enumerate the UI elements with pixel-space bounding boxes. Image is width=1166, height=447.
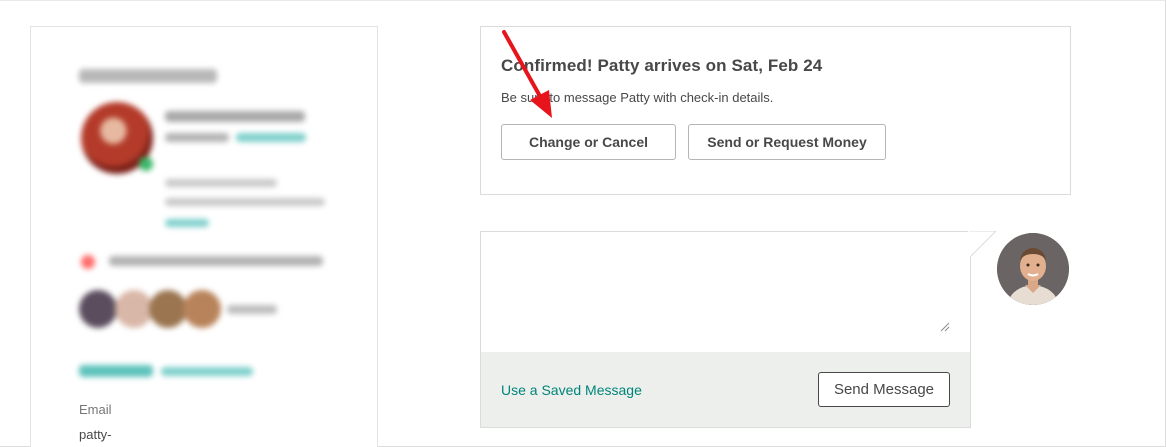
blurred-verified-link (236, 133, 306, 142)
blurred-since (165, 133, 229, 142)
blurred-bio-line-1 (165, 179, 277, 187)
blurred-heading-bar (79, 69, 217, 83)
blurred-name (165, 111, 305, 122)
notch-gap (969, 232, 971, 256)
change-or-cancel-button[interactable]: Change or Cancel (501, 124, 676, 160)
recommender-avatar-3 (149, 290, 187, 328)
resize-handle-icon[interactable] (940, 322, 950, 332)
verified-badge-icon (139, 157, 153, 171)
confirmation-title: Confirmed! Patty arrives on Sat, Feb 24 (501, 56, 823, 75)
host-avatar (997, 233, 1069, 305)
send-message-button[interactable]: Send Message (818, 372, 950, 407)
recommender-avatar-1 (79, 290, 117, 328)
blurred-reviews-link (161, 367, 253, 376)
heart-icon (81, 255, 95, 269)
reservation-confirmation-card: Confirmed! Patty arrives on Sat, Feb 24 … (480, 26, 1071, 195)
composer-footer: Use a Saved Message Send Message (481, 352, 970, 427)
send-or-request-money-button[interactable]: Send or Request Money (688, 124, 886, 160)
message-textarea[interactable] (481, 232, 970, 352)
email-value: patty- (79, 427, 112, 442)
blurred-bio-link (165, 219, 209, 227)
blurred-guest-info (31, 27, 377, 387)
blurred-recommendation (109, 256, 323, 266)
rating-stars-icon (79, 365, 153, 377)
email-label: Email (79, 402, 112, 417)
use-saved-message-link[interactable]: Use a Saved Message (501, 382, 642, 398)
confirmation-subtitle: Be sure to message Patty with check-in d… (501, 90, 774, 105)
blurred-more-count (227, 305, 277, 314)
message-composer: Use a Saved Message Send Message (480, 231, 971, 428)
speech-bubble-notch (968, 231, 997, 258)
recommender-avatar-4 (183, 290, 221, 328)
host-portrait-icon (997, 233, 1069, 305)
blurred-bio-line-2 (165, 198, 325, 206)
recommender-avatar-2 (115, 290, 153, 328)
guest-profile-panel: Email patty- (30, 26, 378, 447)
